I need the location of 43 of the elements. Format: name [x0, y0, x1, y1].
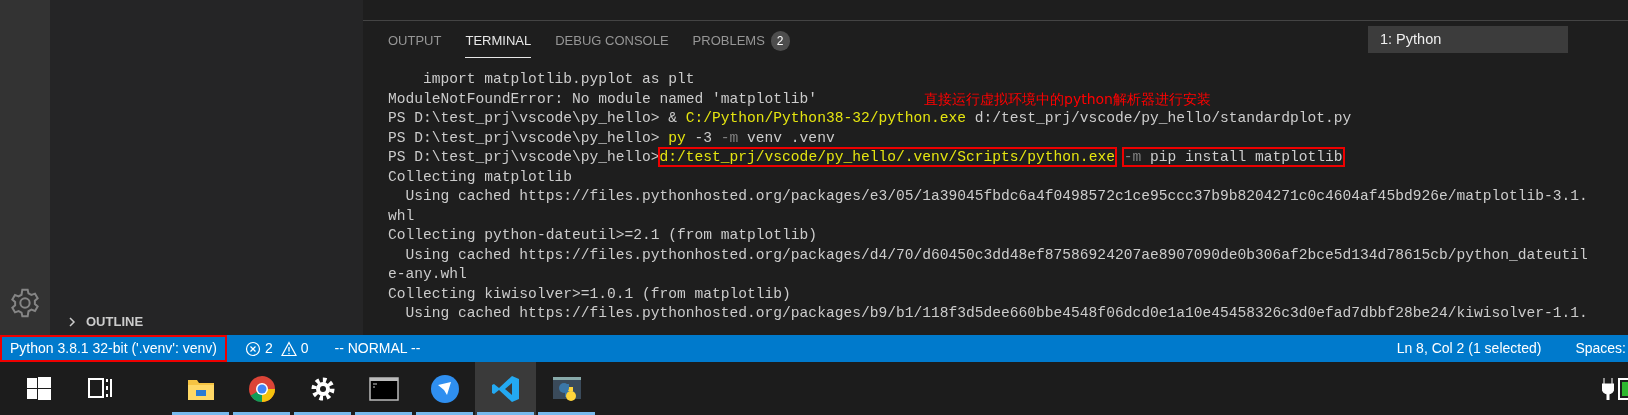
annotation-text: 直接运行虚拟环境中的python解析器进行安装 — [924, 91, 1211, 107]
battery-icon — [1618, 377, 1628, 400]
terminal-text: e-any.whl — [388, 266, 467, 282]
terminal-text: import matplotlib.pyplot as plt — [422, 71, 695, 87]
terminal-text: ModuleNotFoundError: No module named 'matplotlib' — [388, 90, 818, 107]
warning-icon — [280, 340, 297, 357]
panel-tab[interactable]: PROBLEMS 2 — [692, 21, 790, 58]
panel-tab[interactable]: OUTPUT — [388, 21, 442, 58]
problem-count-badge: 2 — [770, 31, 790, 51]
terminal-text: Collecting matplotlib — [388, 168, 572, 185]
warning-count[interactable]: 0 — [300, 338, 309, 359]
settings-icon[interactable] — [9, 287, 41, 319]
terminal-text: pip install matplotlib — [1148, 149, 1343, 165]
command-text: py — [668, 129, 686, 146]
terminal-text: PS D:\test_prj\vscode\py_hello> — [388, 129, 661, 146]
vim-mode: -- NORMAL -- — [333, 339, 422, 358]
error-icon — [244, 340, 261, 357]
command-text: d:/test_prj/vscode/py_hello/.venv/Scripts/python.exe — [659, 149, 1115, 165]
flag-text: -m — [720, 129, 739, 146]
terminal-text: whl — [388, 207, 415, 224]
power-plug-icon — [1602, 377, 1614, 400]
terminal-text: Using cached https://files.pythonhosted.org/packages/b9/b1/118f3d5dee660bbe4548f06dcd0e1a10e45458326c3d0efad7dbbf28be24/kiwisolver-1.1. — [404, 305, 1588, 321]
panel-tab[interactable]: DEBUG CONSOLE — [555, 21, 669, 58]
terminal-text: Collecting python-dateutil>=2.1 (from matplotlib) — [388, 227, 818, 243]
terminal-text: PS D:\test_prj\vscode\py_hello> & — [388, 110, 678, 126]
cursor-position[interactable]: Ln 8, Col 2 (1 selected) — [1388, 338, 1550, 359]
terminal-text: Using cached https://files.pythonhosted.org/packages/d4/70/d60450c3dd48ef87586924207ae8907090de0b306af2bce5d134d78615cb/python_dateutil — [404, 246, 1588, 263]
bird-icon — [428, 372, 461, 405]
terminal-text: Using cached https://files.pythonhosted.org/packages/e3/05/1a39045fbdc6a4f0498572c1ce95ccc37b9b8204271c0c4604af45bd926e/matplotlib-3.1. — [404, 188, 1588, 204]
indentation[interactable]: Spaces: — [1567, 338, 1628, 359]
terminal-text: PS D:\test_prj\vscode\py_hello> — [388, 149, 660, 165]
terminal-select[interactable]: 1: Python — [1368, 25, 1568, 54]
panel-tab[interactable]: TERMINAL — [465, 21, 532, 58]
outline-section-header[interactable]: OUTLINE — [50, 309, 363, 335]
error-count[interactable]: 2 — [264, 338, 273, 359]
flag-text: -m — [1123, 149, 1142, 165]
terminal-text: -3 — [693, 129, 714, 146]
command-text: C:/Python/Python38-32/python.exe — [685, 110, 966, 126]
chevron-icon — [66, 316, 78, 328]
terminal-text: Collecting kiwisolver>=1.0.1 (from matplotlib) — [388, 285, 791, 302]
terminal-text: d:/test_prj/vscode/py_hello/standardplot.py — [973, 110, 1352, 126]
interpreter-selector[interactable]: Python 3.8.1 32-bit ('.venv': venv) — [0, 335, 227, 362]
terminal-text: venv .venv — [746, 129, 835, 146]
